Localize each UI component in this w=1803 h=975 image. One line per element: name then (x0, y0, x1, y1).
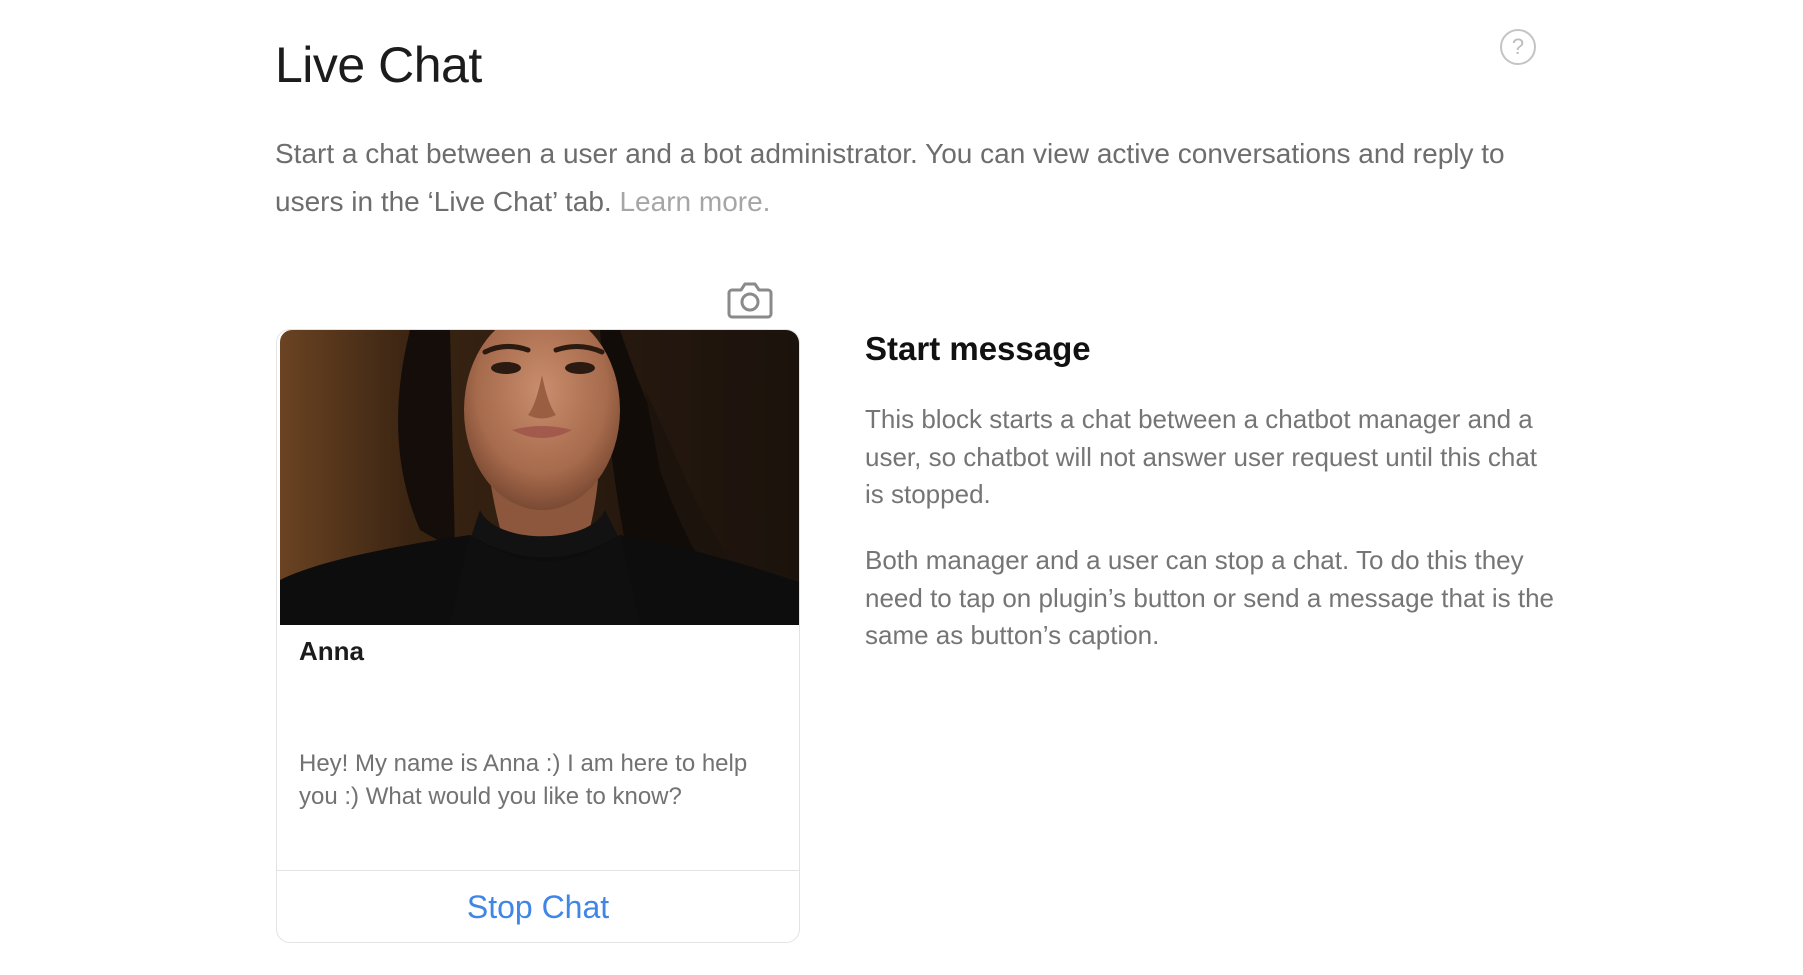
contact-name: Anna (299, 636, 364, 666)
stop-chat-button[interactable]: Stop Chat (277, 872, 799, 942)
chat-card: Anna Hey! My name is Anna :) I am here t… (276, 329, 800, 943)
help-button[interactable]: ? (1500, 29, 1536, 65)
question-circle-icon: ? (1511, 34, 1525, 59)
start-message-heading: Start message (865, 330, 1091, 367)
live-chat-page: Live Chat ? Start a chat between a user … (0, 0, 1803, 975)
card-divider (277, 870, 799, 871)
learn-more-link[interactable]: Learn more. (619, 186, 770, 217)
start-message-description: This block starts a chat between a chatb… (865, 404, 1538, 509)
portrait-photo (280, 330, 799, 625)
camera-icon[interactable] (726, 280, 774, 320)
intro-text: Start a chat between a user and a bot ad… (275, 138, 1505, 217)
page-title: Live Chat (275, 37, 482, 93)
start-message-text: Hey! My name is Anna :) I am here to hel… (299, 750, 748, 810)
stop-chat-description: Both manager and a user can stop a chat.… (865, 545, 1554, 650)
intro-description: Start a chat between a user and a bot ad… (275, 130, 1535, 226)
